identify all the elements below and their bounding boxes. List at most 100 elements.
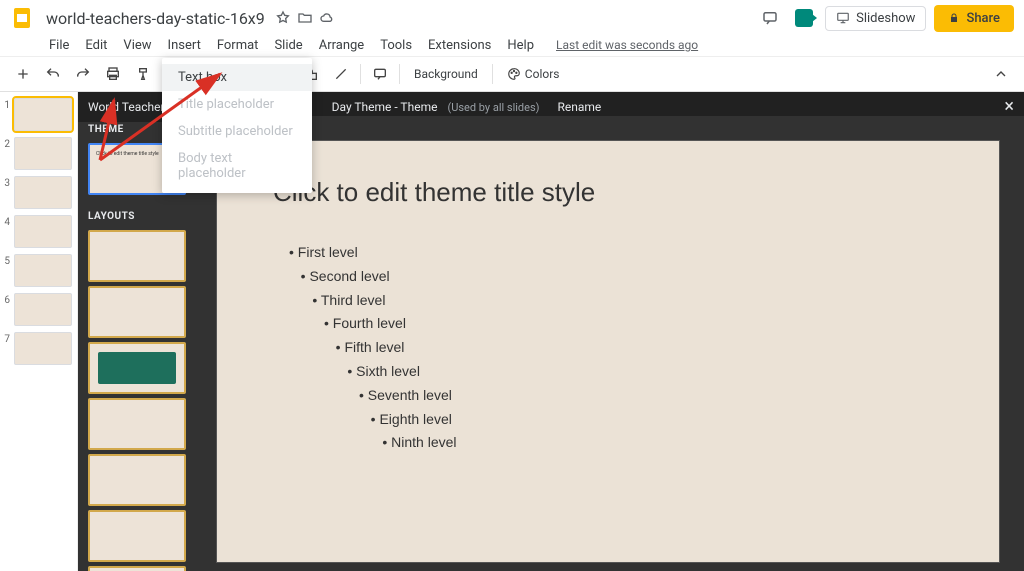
slide-number: 4 [2,215,10,248]
menu-slide[interactable]: Slide [267,36,309,55]
slide-preview [14,254,72,287]
outline-level: • Sixth level [289,360,457,384]
menu-edit[interactable]: Edit [78,36,114,55]
layout-thumbnail[interactable] [88,510,186,562]
layout-thumbnail[interactable] [88,398,186,450]
separator [492,64,493,84]
workspace: 1234567 World Teachers D Day Theme - The… [0,92,1024,571]
present-icon [836,11,850,25]
move-folder-icon[interactable] [297,10,313,26]
title-bar-right: Slideshow Share [757,5,1014,32]
star-icon[interactable] [275,10,291,26]
toolbar: Background Colors [0,56,1024,92]
layout-thumbnail[interactable] [88,230,186,282]
slide-number: 7 [2,332,10,365]
theme-header-suffix: Day Theme - Theme [332,100,438,114]
theme-body-placeholder[interactable]: • First level • Second level • Third lev… [289,241,457,455]
slide-thumbnail[interactable]: 5 [2,254,75,287]
meet-button[interactable] [791,5,817,31]
slide-preview [14,137,72,170]
slideshow-button[interactable]: Slideshow [825,6,926,31]
last-edit-link[interactable]: Last edit was seconds ago [549,36,705,54]
share-label: Share [966,11,1000,26]
outline-level: • Fourth level [289,312,457,336]
slide-thumbnail[interactable]: 2 [2,137,75,170]
outline-level: • Fifth level [289,336,457,360]
menu-tools[interactable]: Tools [373,36,419,55]
cloud-status-icon[interactable] [319,10,335,26]
outline-level: • Second level [289,265,457,289]
meet-icon [795,9,813,27]
slide-thumbnail-panel[interactable]: 1 2 3 4 5 6 7 [0,92,78,571]
outline-level: • First level [289,241,457,265]
slide-number: 1 [2,98,10,131]
new-slide-button[interactable] [10,61,36,87]
menu-file[interactable]: File [42,36,76,55]
colors-label: Colors [525,67,560,81]
canvas-holder: Click to edit theme title style • First … [196,132,1024,571]
vertical-ruler[interactable] [200,140,216,563]
palette-icon [507,67,521,81]
slide-preview [14,215,72,248]
layout-thumbnail[interactable] [88,342,186,394]
undo-button[interactable] [40,61,66,87]
slide-thumbnail[interactable]: 3 [2,176,75,209]
separator [360,64,361,84]
slide-thumbnail[interactable]: 6 [2,293,75,326]
slide-preview [14,293,72,326]
rename-button[interactable]: Rename [557,100,601,114]
menu-format[interactable]: Format [210,36,266,55]
stage: Click to edit theme title style • First … [196,92,1024,571]
menu-bar: File Edit View Insert Format Slide Arran… [0,34,1024,56]
colors-button[interactable]: Colors [499,63,568,85]
slideshow-label: Slideshow [856,11,915,26]
layout-thumbnail[interactable] [88,566,186,571]
slide-preview [14,98,72,131]
layout-thumbnail[interactable] [88,286,186,338]
print-button[interactable] [100,61,126,87]
dropdown-item-body-text-placeholder: Body text placeholder [162,145,312,187]
menu-view[interactable]: View [116,36,158,55]
lock-icon [948,12,960,24]
redo-button[interactable] [70,61,96,87]
outline-level: • Seventh level [289,384,457,408]
layout-thumbnail[interactable] [88,454,186,506]
theme-header-used: (Used by all slides) [447,101,539,114]
slide-thumbnail[interactable]: 7 [2,332,75,365]
dropdown-item-title-placeholder: Title placeholder [162,91,312,118]
collapse-toolbar-button[interactable] [988,61,1014,87]
dropdown-item-subtitle-placeholder: Subtitle placeholder [162,118,312,145]
slides-logo-icon[interactable] [8,4,36,32]
slide-preview [14,176,72,209]
menu-extensions[interactable]: Extensions [421,36,498,55]
layouts-section-label: LAYOUTS [78,203,196,226]
background-label: Background [414,67,478,81]
slide-number: 6 [2,293,10,326]
menu-help[interactable]: Help [500,36,541,55]
outline-level: • Ninth level [289,431,457,455]
menu-arrange[interactable]: Arrange [312,36,371,55]
theme-title-placeholder[interactable]: Click to edit theme title style [273,177,595,208]
outline-level: • Eighth level [289,408,457,432]
text-box-dropdown: Text boxTitle placeholderSubtitle placeh… [162,58,312,193]
slide-thumbnail[interactable]: 1 [2,98,75,131]
slide-thumbnail[interactable]: 4 [2,215,75,248]
slide-number: 5 [2,254,10,287]
slide-preview [14,332,72,365]
line-tool-button[interactable] [328,61,354,87]
slide-number: 3 [2,176,10,209]
document-name[interactable]: world-teachers-day-static-16x9 [42,7,269,30]
comment-button[interactable] [367,61,393,87]
background-button[interactable]: Background [406,63,486,85]
outline-level: • Third level [289,289,457,313]
separator [399,64,400,84]
dropdown-item-text-box[interactable]: Text box [162,64,312,91]
menu-insert[interactable]: Insert [161,36,208,55]
title-bar: world-teachers-day-static-16x9 Slideshow… [0,0,1024,34]
close-theme-editor-button[interactable]: × [1004,98,1014,116]
paint-format-button[interactable] [130,61,156,87]
share-button[interactable]: Share [934,5,1014,32]
slide-canvas[interactable]: Click to edit theme title style • First … [216,140,1000,563]
comment-history-icon[interactable] [757,5,783,31]
horizontal-ruler[interactable] [196,116,1024,132]
